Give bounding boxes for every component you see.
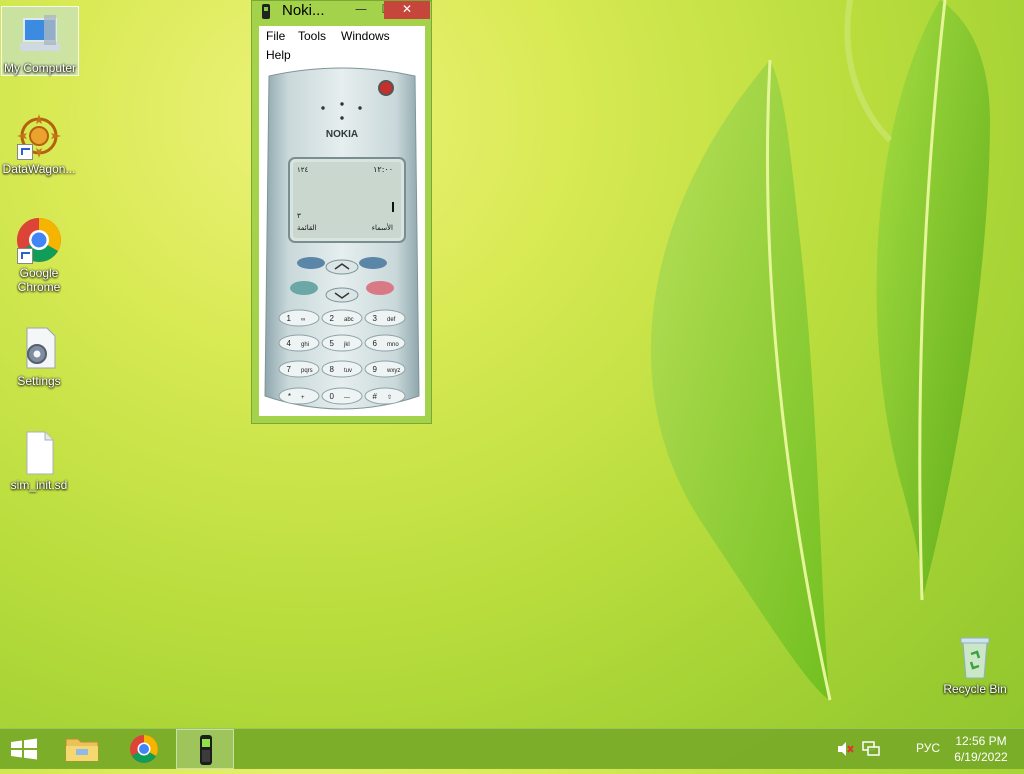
taskbar-file-explorer[interactable]	[56, 729, 112, 769]
menu-file[interactable]: File	[266, 29, 285, 43]
keypad-key-number: 6	[373, 339, 378, 348]
brand-logo: NOKIA	[326, 129, 358, 140]
desktop-icon-sim-init[interactable]: sim_init.sd	[1, 424, 77, 492]
shortcut-arrow-icon	[17, 144, 33, 160]
close-button[interactable]: ✕	[384, 1, 430, 19]
keypad-key-1[interactable]: 1 ∞	[278, 309, 320, 327]
volume-muted-icon[interactable]	[836, 741, 854, 757]
keypad-key-2[interactable]: 2 abc	[321, 309, 363, 327]
screen-time: ١٢:٠٠	[373, 165, 393, 174]
network-icon[interactable]	[862, 741, 880, 757]
keypad-key-letters: mno	[387, 342, 399, 348]
keypad-key-letters: +	[301, 395, 305, 401]
phone-icon	[262, 4, 270, 19]
shortcut-arrow-icon	[17, 248, 33, 264]
taskbar: РУС 12:56 PM 6/19/2022	[0, 728, 1024, 769]
datawagon-icon	[15, 112, 63, 160]
keypad-key-5[interactable]: 5 jkl	[321, 334, 363, 352]
left-softkey-button[interactable]	[297, 257, 325, 269]
end-call-button[interactable]	[366, 281, 394, 295]
keypad-key-number: *	[288, 392, 291, 401]
taskbar-chrome[interactable]	[116, 729, 172, 769]
keypad-key-9[interactable]: 9 wxyz	[364, 360, 406, 378]
keypad-key-0[interactable]: 0—	[321, 387, 363, 405]
keypad-key-number: 3	[373, 314, 378, 323]
screen-number: ٣	[297, 212, 301, 220]
menu-windows[interactable]: Windows	[341, 29, 390, 43]
file-explorer-icon	[65, 738, 99, 762]
keypad-key-letters: pqrs	[301, 368, 313, 374]
taskbar-nokia-emulator[interactable]	[176, 729, 234, 769]
nokia-phone: NOKIA ١٢٤ ١٢:٠٠ ٣ القائمة الأسماء 1 ∞ 2 abc…	[264, 67, 420, 410]
desktop-icon-label: My Computer	[3, 61, 77, 75]
screen-left-softkey: القائمة	[297, 224, 317, 232]
keypad-key-6[interactable]: 6 mno	[364, 334, 406, 352]
phone-display-area: NOKIA ١٢٤ ١٢:٠٠ ٣ القائمة الأسماء 1 ∞ 2 abc…	[259, 66, 425, 416]
screen-right-softkey: الأسماء	[372, 223, 393, 232]
desktop-icon-label: sim_init.sd	[10, 478, 68, 492]
file-icon	[15, 428, 63, 476]
keypad-key-letters: abc	[344, 317, 354, 323]
right-softkey-button[interactable]	[359, 257, 387, 269]
minimize-button[interactable]: —	[348, 1, 374, 19]
keypad-key-3[interactable]: 3 def	[364, 309, 406, 327]
keypad-key-letters: ∞	[301, 317, 305, 323]
chrome-icon	[130, 735, 158, 763]
desktop-icon-google-chrome[interactable]: Google Chrome	[1, 212, 77, 296]
keypad-key-letters: jkl	[343, 342, 350, 348]
keypad-key-number: 0	[330, 392, 335, 401]
clock-time[interactable]: 12:56 PM	[950, 734, 1012, 748]
keypad-key-letters: ghi	[301, 342, 309, 348]
keypad-key-number: 2	[330, 314, 335, 323]
keypad-key-number: 8	[330, 365, 335, 374]
call-button[interactable]	[290, 281, 318, 295]
nokia-emulator-window[interactable]: Noki... — ☐ ✕ File Tools Windows Help NO…	[251, 0, 432, 424]
keypad-key-number: 9	[373, 365, 378, 374]
computer-icon	[16, 11, 64, 59]
keypad-key-number: 1	[287, 314, 292, 323]
desktop-icon-datawagon[interactable]: DataWagon...	[1, 108, 77, 180]
keypad-key-4[interactable]: 4 ghi	[278, 334, 320, 352]
keypad-key-8[interactable]: 8 tuv	[321, 360, 363, 378]
desktop-icon-label: Settings	[17, 374, 61, 388]
nav-up-button[interactable]	[325, 259, 359, 275]
desktop-icon-recycle-bin[interactable]: Recycle Bin	[937, 628, 1013, 700]
nokia-emulator-icon	[200, 735, 212, 765]
keypad-key-letters: wxyz	[386, 368, 400, 374]
start-icon	[11, 738, 37, 760]
keypad-key-number: #	[373, 392, 378, 401]
menu-bar: File Tools Windows Help	[259, 26, 425, 66]
menu-tools[interactable]: Tools	[298, 29, 326, 43]
keypad-key-number: 7	[287, 365, 292, 374]
nav-down-button[interactable]	[325, 287, 359, 303]
desktop-icon-settings[interactable]: Settings	[1, 320, 77, 388]
screen-signal: ١٢٤	[297, 166, 309, 174]
language-indicator[interactable]: РУС	[910, 741, 946, 755]
keypad-key-7[interactable]: 7 pqrs	[278, 360, 320, 378]
keypad-key-hash[interactable]: # ⇧	[364, 387, 406, 405]
chrome-icon	[15, 216, 63, 264]
keypad-key-star[interactable]: * +	[278, 387, 320, 405]
keypad-key-letters: tuv	[344, 368, 352, 374]
clock-date[interactable]: 6/19/2022	[950, 750, 1012, 764]
keypad-key-letters: def	[387, 317, 396, 323]
desktop-icon-label: Google Chrome	[17, 266, 61, 294]
desktop-icon-my-computer[interactable]: My Computer	[1, 6, 79, 76]
keypad-key-number: 4	[287, 339, 292, 348]
keypad-key-number: 5	[330, 339, 335, 348]
desktop-icon-label: DataWagon...	[2, 162, 76, 176]
desktop-icon-label: Recycle Bin	[943, 682, 1007, 696]
menu-help[interactable]: Help	[266, 48, 291, 62]
keypad-key-letters: ⇧	[387, 394, 392, 401]
start-button[interactable]	[0, 729, 48, 769]
recycle-bin-icon	[951, 632, 999, 680]
settings-icon	[15, 324, 63, 372]
window-title: Noki...	[282, 2, 325, 19]
wallpaper-leaves	[650, 0, 990, 701]
keypad-key-letters: —	[344, 395, 350, 401]
window-titlebar[interactable]: Noki... — ☐ ✕	[252, 1, 431, 23]
